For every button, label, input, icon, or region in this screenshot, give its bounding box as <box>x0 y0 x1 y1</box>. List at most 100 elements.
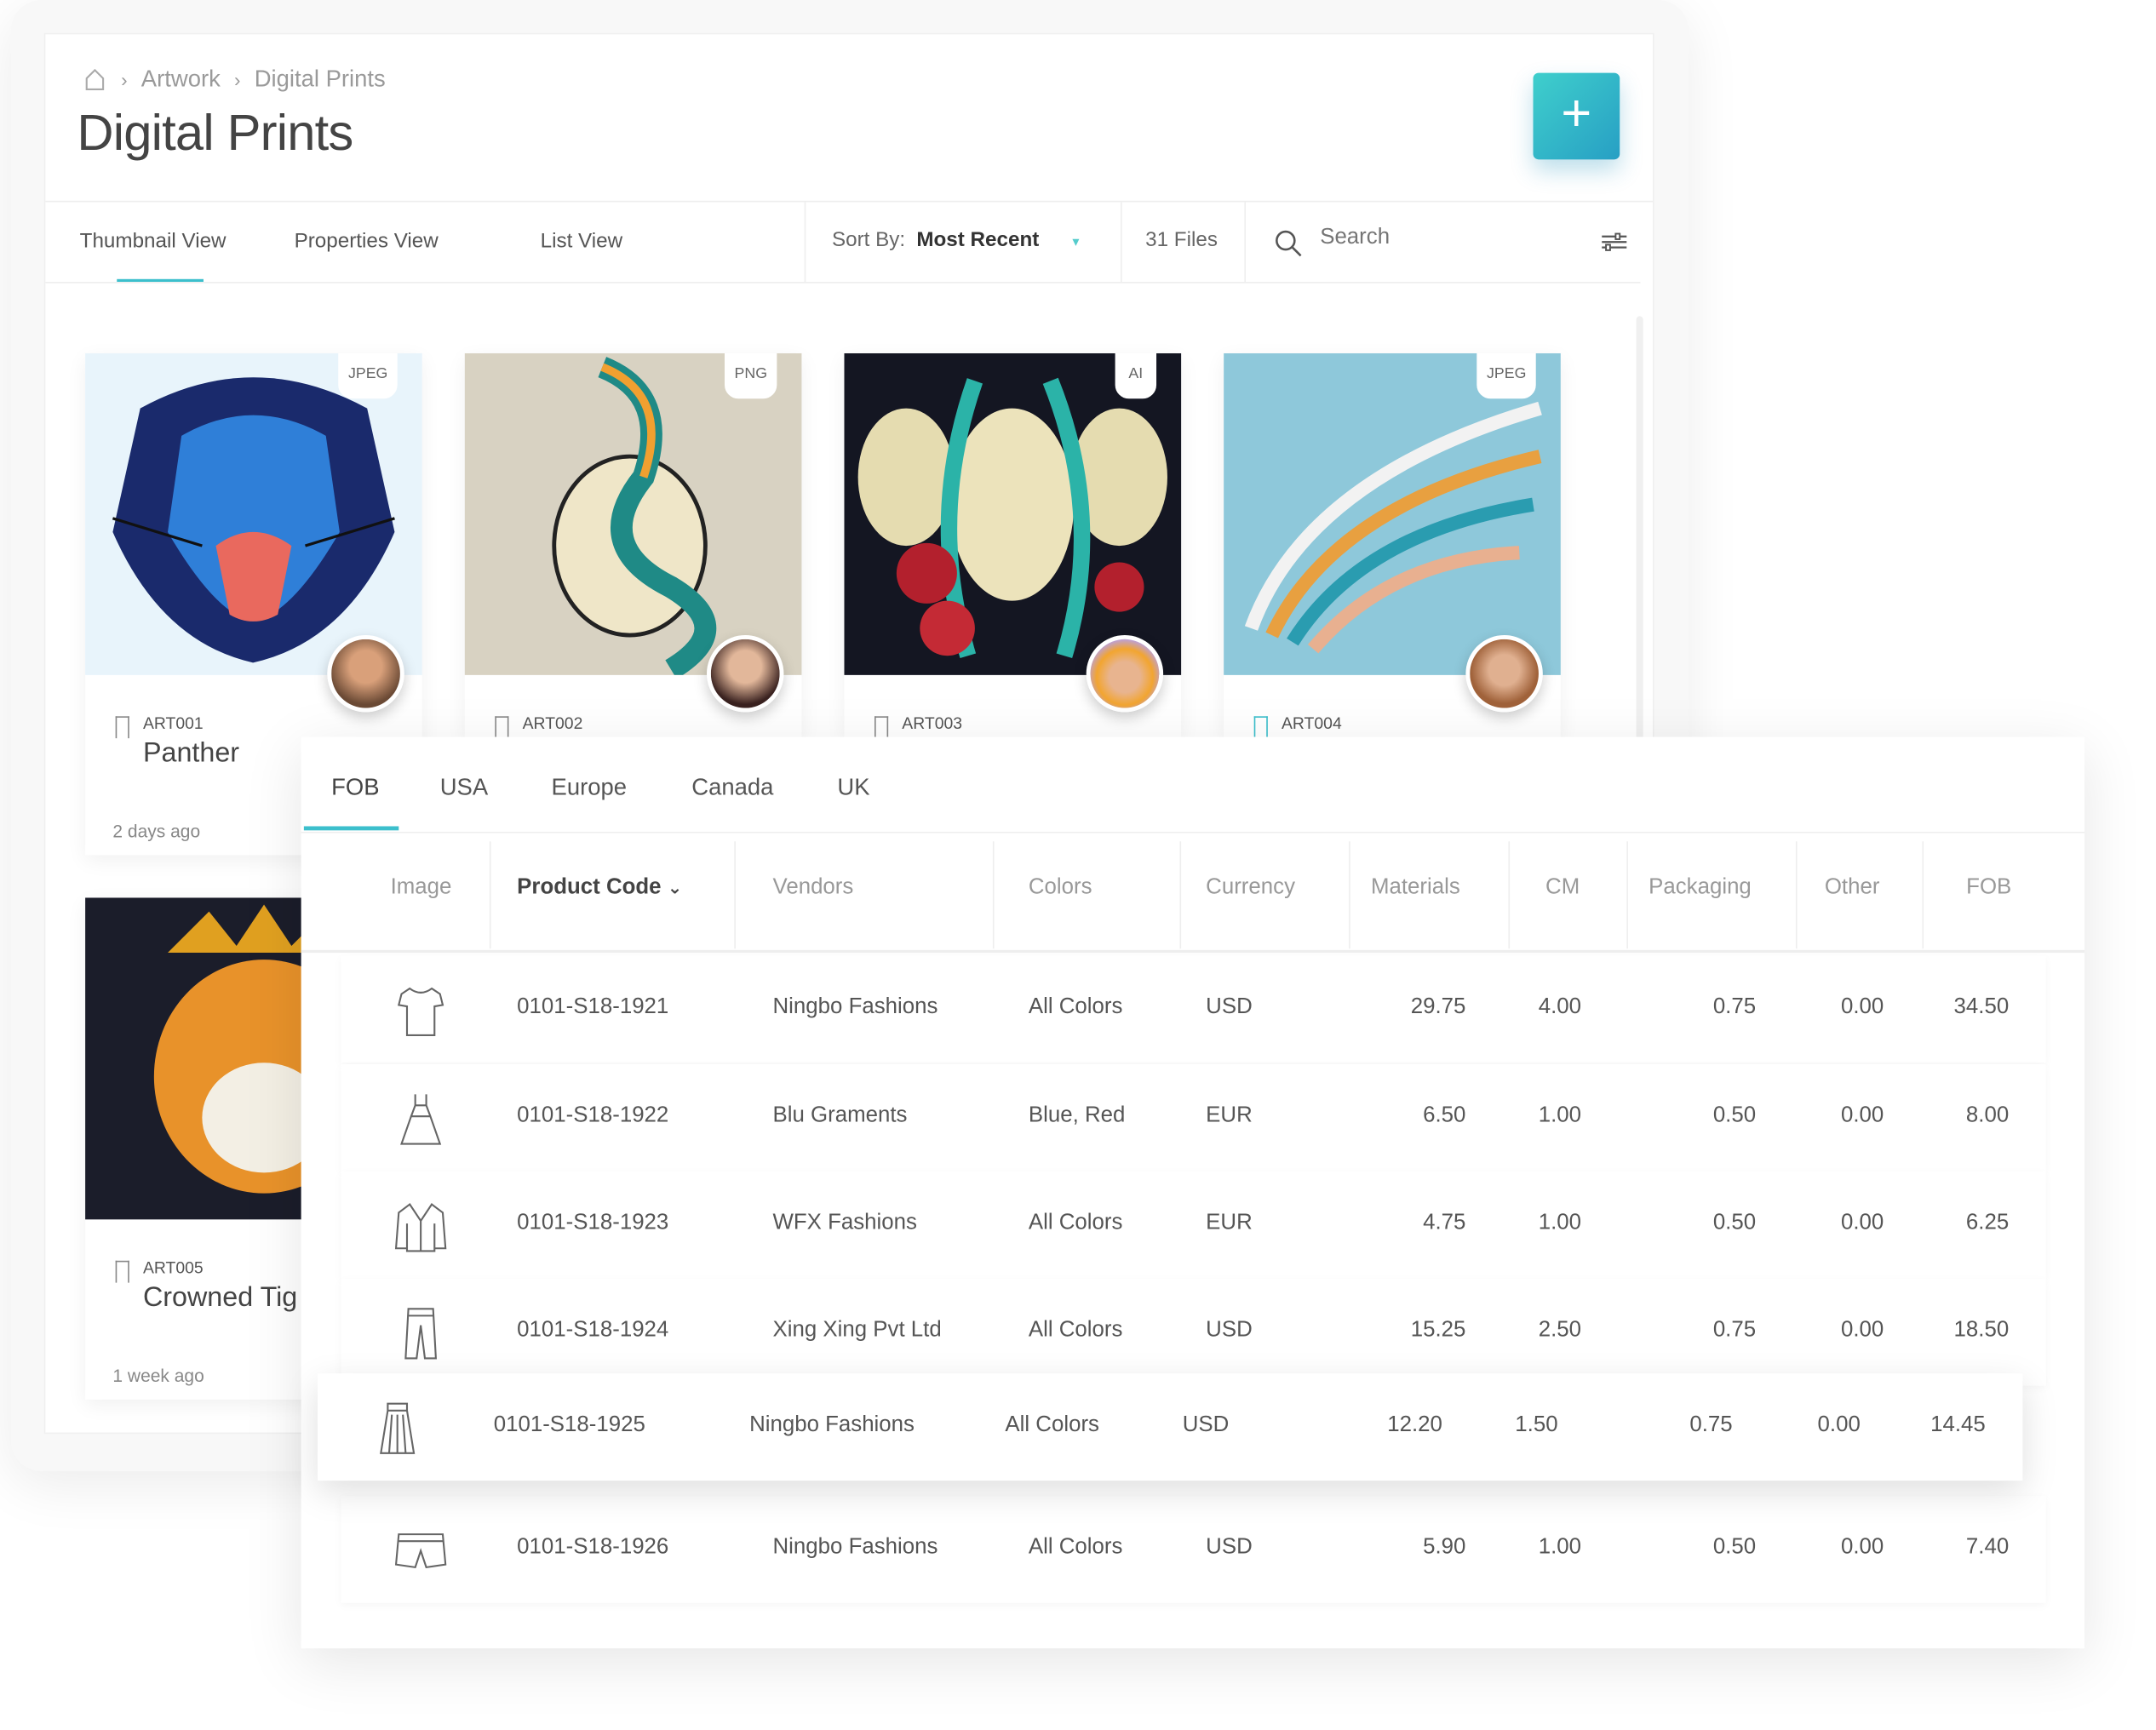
product-code-label: Product Code <box>517 875 662 900</box>
tab-uk[interactable]: UK <box>837 774 869 801</box>
cell-vendor: Ningbo Fashions <box>772 995 938 1019</box>
file-count: 31 Files <box>1145 228 1218 252</box>
art-date: 2 days ago <box>112 821 201 842</box>
bookmark-icon[interactable] <box>115 716 129 739</box>
cell-vendor: Ningbo Fashions <box>772 1535 938 1560</box>
page-title: Digital Prints <box>77 104 353 161</box>
jacket-icon <box>394 1203 447 1252</box>
home-icon[interactable] <box>83 67 107 92</box>
cell-other: 0.00 <box>1840 1318 1884 1343</box>
art-date: 1 week ago <box>112 1365 204 1386</box>
table-row[interactable]: 0101-S18-1924 Xing Xing Pvt Ltd All Colors… <box>341 1278 2046 1386</box>
cell-other: 0.00 <box>1840 1211 1884 1235</box>
column-header-product-code[interactable]: Product Code ⌄ <box>517 876 682 901</box>
tab-properties-view[interactable]: Properties View <box>295 230 439 253</box>
search-icon <box>1276 230 1302 257</box>
bookmark-icon[interactable] <box>115 1260 129 1283</box>
avatar[interactable] <box>707 635 784 713</box>
dress-icon <box>400 1094 442 1145</box>
column-header-cm[interactable]: CM <box>1545 876 1580 901</box>
artwork-card[interactable]: PNG ART002 <box>464 353 802 739</box>
skull-snake-artwork <box>464 353 802 675</box>
sort-label: Sort By: <box>831 228 906 252</box>
breadcrumb-digital-prints[interactable]: Digital Prints <box>255 66 386 94</box>
cell-code: 0101-S18-1921 <box>517 995 669 1019</box>
table-row[interactable]: 0101-S18-1922 Blu Graments Blue, Red EUR 6.5… <box>341 1063 2046 1171</box>
pants-icon <box>404 1308 438 1360</box>
art-name[interactable]: Panther <box>143 738 239 770</box>
cell-colors: All Colors <box>1028 995 1123 1019</box>
format-badge: AI <box>1115 353 1157 399</box>
art-code: ART005 <box>142 1257 204 1278</box>
avatar[interactable] <box>1086 635 1164 713</box>
cell-colors: All Colors <box>1028 1535 1123 1560</box>
bookmark-icon[interactable] <box>495 716 509 739</box>
cell-cm: 2.50 <box>1538 1318 1582 1343</box>
table-row[interactable]: 0101-S18-1923 WFX Fashions All Colors EUR 4.… <box>341 1171 2046 1279</box>
add-button[interactable]: + <box>1533 72 1620 160</box>
cell-materials: 5.90 <box>1423 1535 1466 1560</box>
column-header-materials[interactable]: Materials <box>1371 876 1460 901</box>
chevron-down-icon: ⌄ <box>667 877 683 898</box>
cell-colors: All Colors <box>1028 1318 1123 1343</box>
breadcrumb-artwork[interactable]: Artwork <box>141 66 221 94</box>
bookmark-icon[interactable] <box>1253 716 1268 739</box>
column-header-packaging[interactable]: Packaging <box>1649 876 1752 901</box>
cell-packaging: 0.75 <box>1689 1413 1733 1437</box>
tab-fob[interactable]: FOB <box>331 774 379 801</box>
table-row[interactable]: 0101-S18-1926 Ningbo Fashions All Colors US… <box>341 1495 2046 1603</box>
filter-sliders-icon[interactable] <box>1601 231 1628 253</box>
cell-code: 0101-S18-1926 <box>517 1535 669 1560</box>
tab-usa[interactable]: USA <box>440 774 488 801</box>
bookmark-icon[interactable] <box>874 716 889 739</box>
column-header-other[interactable]: Other <box>1825 876 1880 901</box>
chevron-right-icon: › <box>233 68 241 91</box>
cell-vendor: WFX Fashions <box>772 1211 917 1235</box>
cell-currency: USD <box>1182 1413 1230 1437</box>
cell-vendor: Ningbo Fashions <box>749 1413 915 1437</box>
format-badge: JPEG <box>338 353 398 399</box>
tab-europe[interactable]: Europe <box>552 774 628 801</box>
skirt-icon <box>380 1402 416 1454</box>
format-badge: PNG <box>725 353 777 399</box>
cell-currency: EUR <box>1206 1103 1253 1128</box>
cell-other: 0.00 <box>1840 1535 1884 1560</box>
sort-value: Most Recent <box>916 228 1040 252</box>
cell-fob: 18.50 <box>1953 1318 2010 1343</box>
wing-artwork <box>1224 353 1561 675</box>
skulls-roses-artwork <box>844 353 1182 675</box>
search-input[interactable] <box>1320 225 1554 250</box>
tab-list-view[interactable]: List View <box>541 230 623 253</box>
cell-packaging: 0.50 <box>1712 1535 1757 1560</box>
cell-fob: 8.00 <box>1965 1103 2010 1128</box>
breadcrumb: › Artwork › Digital Prints <box>83 66 386 94</box>
avatar[interactable] <box>1465 635 1543 713</box>
cell-code: 0101-S18-1924 <box>517 1318 669 1343</box>
cell-fob: 34.50 <box>1953 995 2010 1019</box>
column-header-colors[interactable]: Colors <box>1029 876 1092 901</box>
tab-canada[interactable]: Canada <box>691 774 773 801</box>
column-header-fob[interactable]: FOB <box>1966 876 2011 901</box>
active-tab-indicator <box>303 826 399 831</box>
cell-packaging: 0.75 <box>1712 1318 1757 1343</box>
sort-dropdown[interactable]: Sort By: Most Recent ▾ <box>832 228 1080 251</box>
scrollbar[interactable] <box>1636 316 1643 742</box>
column-header-currency[interactable]: Currency <box>1206 876 1295 901</box>
table-row[interactable]: 0101-S18-1921 Ningbo Fashions All Colors US… <box>341 955 2046 1063</box>
cell-materials: 12.20 <box>1387 1413 1442 1437</box>
table-row[interactable]: 0101-S18-1925 Ningbo Fashions All Colors US… <box>318 1373 2023 1481</box>
cell-fob: 14.45 <box>1930 1413 1986 1437</box>
cell-fob: 6.25 <box>1965 1211 2010 1235</box>
artwork-card[interactable]: AI ART003 <box>844 353 1182 739</box>
column-header-image: Image <box>390 875 452 900</box>
cell-cm: 1.00 <box>1538 1103 1582 1128</box>
cell-vendor: Xing Xing Pvt Ltd <box>772 1318 942 1343</box>
avatar[interactable] <box>327 635 404 713</box>
cell-code: 0101-S18-1922 <box>517 1103 669 1128</box>
art-name[interactable]: Crowned Tig <box>143 1283 297 1315</box>
artwork-card[interactable]: JPEG ART004 <box>1224 353 1561 739</box>
cell-vendor: Blu Graments <box>772 1103 908 1128</box>
cell-packaging: 0.50 <box>1712 1211 1757 1235</box>
column-header-vendors[interactable]: Vendors <box>773 876 854 901</box>
tab-thumbnail-view[interactable]: Thumbnail View <box>80 230 226 253</box>
